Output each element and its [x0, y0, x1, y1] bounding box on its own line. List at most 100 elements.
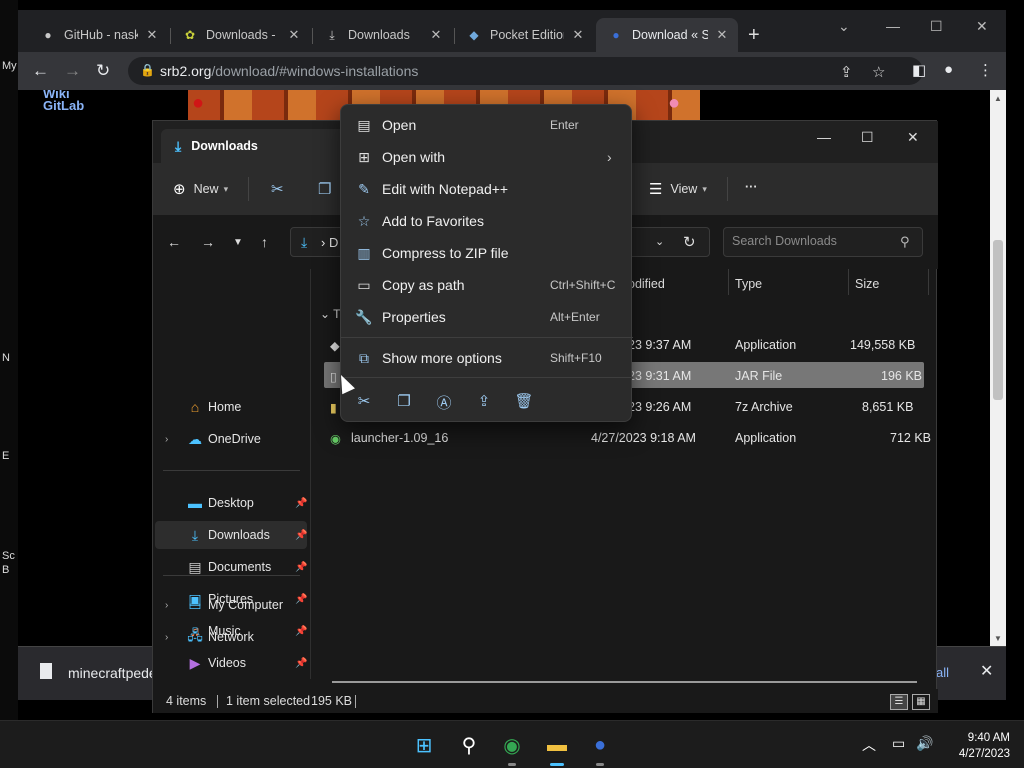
forward-button[interactable]: → [64, 61, 81, 81]
tab-srb2-download[interactable]: ● Download « S ✕ [596, 18, 738, 52]
chevron-right-icon[interactable]: › [165, 434, 168, 445]
copy-icon[interactable]: ❐ [391, 392, 417, 414]
launcher-icon: ◉ [330, 432, 341, 446]
chevron-right-icon[interactable]: › [165, 632, 168, 643]
explorer-tab[interactable]: ⤓ Downloads [161, 129, 351, 163]
copy-button[interactable]: ❐ [318, 180, 339, 198]
start-button[interactable]: ⊞ [410, 731, 438, 759]
share-icon[interactable]: ⇪ [471, 392, 497, 414]
tiles-view-button[interactable]: ▦ [912, 694, 930, 710]
menu-icon[interactable]: ⋮ [978, 61, 993, 79]
close-button[interactable]: ✕ [907, 129, 919, 146]
chevron-right-icon[interactable]: › [165, 600, 168, 611]
download-item[interactable]: minecraftpede [68, 665, 157, 681]
chrome-icon[interactable]: ◉ [498, 731, 526, 766]
file-type: Application [735, 431, 797, 445]
scroll-up-arrow[interactable]: ▲ [994, 94, 1002, 103]
search-box[interactable]: ⚲ [723, 227, 923, 257]
view-label: View [670, 182, 698, 196]
menu-item-show-more-options[interactable]: ⧉ Show more options Shift+F10 [345, 343, 629, 373]
nav-item-home[interactable]: ⌂ Home [155, 393, 307, 421]
nav-item-onedrive[interactable]: › ☁ OneDrive [155, 425, 307, 453]
close-icon[interactable]: ✕ [144, 27, 160, 43]
address-bar[interactable]: 🔒 srb2.org/download/#windows-installatio… [128, 57, 923, 85]
tab-downloads[interactable]: ⤓ Downloads ✕ [312, 18, 452, 52]
tab-label: Download « S [632, 28, 708, 42]
nav-item-network[interactable]: › 🖧 Network [155, 623, 307, 651]
side-panel-icon[interactable]: ◧ [912, 61, 926, 79]
nav-label: Documents [208, 560, 272, 574]
details-view-button[interactable]: ☰ [890, 694, 908, 710]
column-header-type[interactable]: Type [735, 277, 762, 291]
tab-pocket-edition[interactable]: ◆ Pocket Edition ✕ [454, 18, 594, 52]
cut-button[interactable]: ✂ [271, 180, 292, 198]
close-window-button[interactable]: ✕ [976, 18, 988, 35]
delete-icon[interactable]: 🗑 [511, 392, 537, 414]
reload-button[interactable]: ↻ [96, 61, 110, 81]
maximize-button[interactable]: ☐ [861, 129, 874, 146]
horizontal-scrollbar[interactable] [332, 681, 917, 683]
file-size: 712 KB [890, 431, 932, 445]
clock[interactable]: 9:40 AM 4/27/2023 [944, 730, 1010, 762]
downloads-icon: ⤓ [175, 137, 182, 154]
close-icon[interactable]: ✕ [286, 27, 302, 43]
search-input[interactable] [732, 234, 892, 248]
table-row[interactable]: ◉ launcher-1.09_16 4/27/2023 9:18 AM App… [324, 424, 931, 450]
new-button[interactable]: ⊕ New ▾ [173, 180, 228, 198]
new-tab-button[interactable]: + [748, 24, 760, 47]
nav-item-desktop[interactable]: ▬ Desktop 📌 [155, 489, 307, 517]
tab-search-icon[interactable]: ⌄ [838, 18, 850, 35]
recent-locations-button[interactable]: ▼ [233, 237, 243, 248]
forward-button[interactable]: → [201, 234, 215, 250]
desktop-label: N [2, 352, 10, 364]
refresh-icon[interactable]: ↻ [683, 233, 696, 251]
cut-icon[interactable]: ✂ [351, 392, 377, 414]
menu-item-properties[interactable]: 🔧 Properties Alt+Enter [345, 302, 629, 332]
up-button[interactable]: ↑ [261, 234, 268, 250]
volume-icon[interactable]: 🔊 [916, 735, 933, 752]
running-indicator [508, 763, 516, 766]
page-scrollbar[interactable]: ▲ ▼ [990, 90, 1006, 646]
menu-item-add-favorites[interactable]: ☆ Add to Favorites [345, 206, 629, 236]
column-header-size[interactable]: Size [855, 277, 879, 291]
address-segment[interactable]: › D [321, 235, 338, 250]
menu-item-compress-zip[interactable]: ▥ Compress to ZIP file [345, 238, 629, 268]
back-button[interactable]: ← [32, 61, 49, 81]
search-icon[interactable]: ⚲ [455, 731, 483, 759]
close-icon[interactable]: ✕ [714, 27, 730, 43]
close-icon[interactable]: ✕ [428, 27, 444, 43]
minimize-button[interactable]: — [817, 129, 831, 145]
menu-item-edit-notepadpp[interactable]: ✎ Edit with Notepad++ [345, 174, 629, 204]
back-button[interactable]: ← [167, 234, 181, 250]
column-header-modified[interactable]: odified [628, 277, 665, 291]
menu-item-copy-path[interactable]: ▭ Copy as path Ctrl+Shift+C [345, 270, 629, 300]
more-options-icon: ⧉ [359, 349, 369, 366]
share-icon[interactable]: ⇪ [840, 63, 853, 81]
bookmark-star-icon[interactable]: ☆ [872, 63, 885, 81]
tab-github[interactable]: ● GitHub - nask ✕ [28, 18, 168, 52]
minimize-button[interactable]: — [886, 18, 900, 34]
maximize-button[interactable]: ☐ [930, 18, 943, 35]
menu-item-open[interactable]: ▤ Open Enter [345, 110, 629, 140]
rename-icon[interactable]: Ⓐ [431, 392, 457, 414]
file-explorer-icon[interactable]: ▬ [543, 731, 571, 766]
profile-icon[interactable]: ● [944, 61, 953, 78]
more-options-button[interactable]: ··· [745, 180, 758, 194]
pin-icon: 📌 [295, 561, 308, 573]
scroll-down-arrow[interactable]: ▼ [994, 634, 1002, 643]
nav-item-my-computer[interactable]: › ▭ My Computer [155, 591, 307, 619]
active-indicator [550, 763, 564, 766]
close-icon[interactable]: ✕ [570, 27, 586, 43]
chevron-down-icon[interactable]: ⌄ [655, 235, 664, 248]
scrollbar-thumb[interactable] [993, 240, 1003, 400]
srb2-icon[interactable]: ● [586, 731, 614, 766]
group-header[interactable]: ⌄ T [320, 307, 341, 321]
menu-item-open-with[interactable]: ⊞ Open with › [345, 142, 629, 172]
chevron-up-icon[interactable]: ︿ [862, 735, 876, 755]
view-button[interactable]: ☰ View ▾ [649, 180, 707, 198]
gitlab-link[interactable]: GitLab [43, 98, 84, 113]
close-download-bar-button[interactable]: ✕ [980, 661, 993, 681]
nav-item-downloads[interactable]: ⤓ Downloads 📌 [155, 521, 307, 549]
network-icon[interactable]: ▭ [892, 735, 905, 752]
tab-bitbucket[interactable]: ✿ Downloads - B ✕ [170, 18, 310, 52]
